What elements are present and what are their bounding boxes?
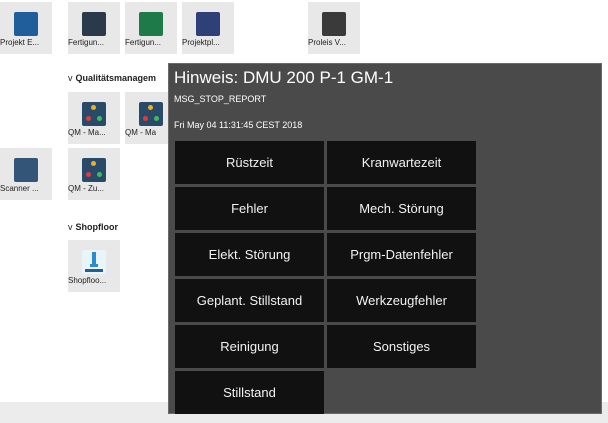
tile-label: Projekt E... bbox=[0, 38, 40, 47]
network-icon bbox=[139, 12, 163, 36]
monitor-icon bbox=[82, 12, 106, 36]
tile-label: QM - Ma... bbox=[68, 128, 106, 137]
reason-button-kranwartezeit[interactable]: Kranwartezeit bbox=[327, 141, 476, 184]
status-dot-icon bbox=[154, 116, 159, 121]
section-shopfloor[interactable]: v Shopfloor bbox=[68, 222, 118, 232]
drill-icon bbox=[85, 252, 103, 272]
chevron-down-icon: v bbox=[68, 222, 73, 232]
tile-label: Fertigun... bbox=[68, 38, 105, 47]
grid-plan-icon bbox=[196, 12, 220, 36]
document-icon bbox=[322, 12, 346, 36]
status-dot-icon bbox=[148, 105, 153, 110]
dialog-message-code: MSG_STOP_REPORT bbox=[174, 94, 267, 104]
tile-fertigung-2[interactable]: Fertigun... bbox=[125, 2, 177, 54]
status-dot-icon bbox=[86, 116, 91, 121]
qm-icon bbox=[82, 158, 106, 182]
section-label: Qualitätsmanagem bbox=[75, 73, 157, 83]
status-dot-icon bbox=[86, 172, 91, 177]
reason-button-werkzeugfehler[interactable]: Werkzeugfehler bbox=[327, 279, 476, 322]
reason-button-prgm-datenfehler[interactable]: Prgm-Datenfehler bbox=[327, 233, 476, 276]
tile-label: Scanner ... bbox=[0, 184, 39, 193]
status-dot-icon bbox=[143, 116, 148, 121]
reason-button-elekt-stoerung[interactable]: Elekt. Störung bbox=[175, 233, 324, 276]
status-dot-icon bbox=[91, 105, 96, 110]
reason-button-stillstand[interactable]: Stillstand bbox=[175, 371, 324, 414]
stop-report-dialog: Hinweis: DMU 200 P-1 GM-1 MSG_STOP_REPOR… bbox=[168, 63, 602, 414]
section-label: Shopfloor bbox=[75, 222, 119, 232]
status-dot-icon bbox=[97, 172, 102, 177]
reason-button-geplant-stillstand[interactable]: Geplant. Stillstand bbox=[175, 279, 324, 322]
tile-projektplan[interactable]: Projektpl... bbox=[182, 2, 234, 54]
tile-label: Proleis V... bbox=[308, 38, 346, 47]
reason-button-ruestzeit[interactable]: Rüstzeit bbox=[175, 141, 324, 184]
search-document-icon bbox=[14, 12, 38, 36]
qm-icon bbox=[82, 102, 106, 126]
tile-scanner[interactable]: Scanner ... bbox=[0, 148, 52, 200]
dialog-timestamp: Fri May 04 11:31:45 CEST 2018 bbox=[174, 120, 303, 130]
dialog-title: Hinweis: DMU 200 P-1 GM-1 bbox=[174, 68, 394, 87]
status-dot-icon bbox=[97, 116, 102, 121]
chevron-down-icon: v bbox=[68, 73, 73, 83]
tile-shopfloor[interactable]: Shopfloo... bbox=[68, 240, 120, 292]
section-qualitaetsmanagement[interactable]: v Qualitätsmanagem bbox=[68, 73, 156, 83]
reason-button-mech-stoerung[interactable]: Mech. Störung bbox=[327, 187, 476, 230]
tile-proleis[interactable]: Proleis V... bbox=[308, 2, 360, 54]
status-dot-icon bbox=[91, 161, 96, 166]
reason-button-sonstiges[interactable]: Sonstiges bbox=[327, 325, 476, 368]
reason-button-fehler[interactable]: Fehler bbox=[175, 187, 324, 230]
reason-button-reinigung[interactable]: Reinigung bbox=[175, 325, 324, 368]
tile-label: Fertigun... bbox=[125, 38, 162, 47]
tile-label: Shopfloo... bbox=[68, 276, 107, 285]
tile-label: Projektpl... bbox=[182, 38, 220, 47]
shopfloor-icon bbox=[82, 250, 106, 274]
tile-fertigung-1[interactable]: Fertigun... bbox=[68, 2, 120, 54]
scanner-icon bbox=[14, 158, 38, 182]
tile-label: QM - Zu... bbox=[68, 184, 104, 193]
qm-icon bbox=[139, 102, 163, 126]
tile-qm-zu[interactable]: QM - Zu... bbox=[68, 148, 120, 200]
tile-qm-ma-1[interactable]: QM - Ma... bbox=[68, 92, 120, 144]
tile-projekt-e[interactable]: Projekt E... bbox=[0, 2, 52, 54]
